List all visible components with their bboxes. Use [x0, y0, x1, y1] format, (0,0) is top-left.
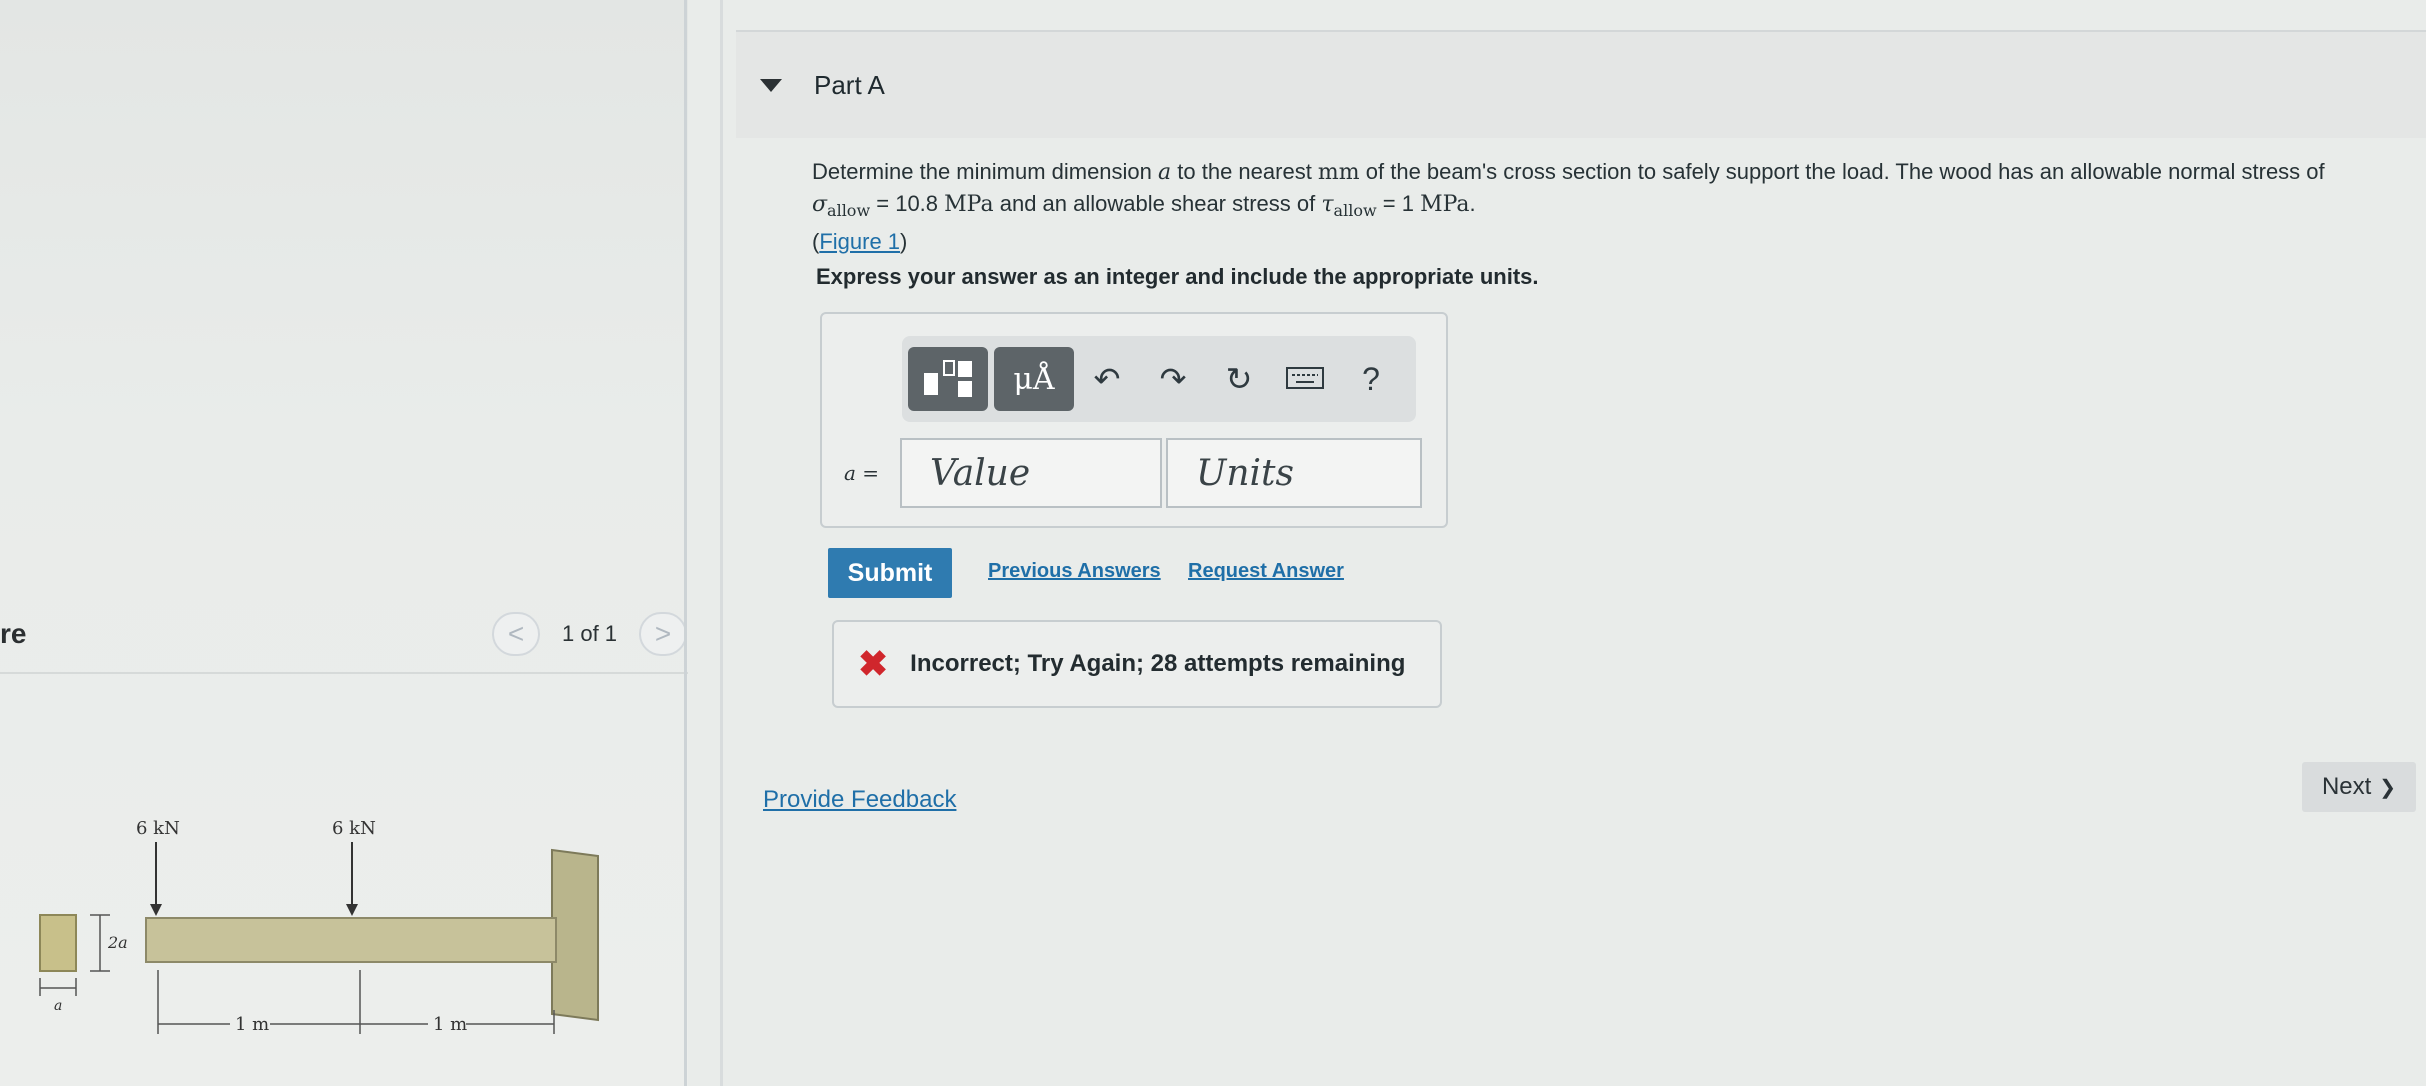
figure-page-indicator: 1 of 1: [562, 621, 618, 646]
span-left-label: 1 m: [235, 1014, 269, 1035]
error-x-icon: ✖: [858, 643, 889, 684]
collapse-caret-icon[interactable]: [760, 78, 782, 92]
fixed-wall: [551, 848, 599, 1022]
cross-section: [39, 914, 77, 972]
request-answer-link[interactable]: Request Answer: [1188, 560, 1344, 583]
next-button[interactable]: Next ❯: [2302, 762, 2416, 812]
panel-divider: [684, 0, 687, 1086]
chevron-right-icon: ❯: [2379, 776, 2397, 799]
load-right-label: 6 kN: [332, 818, 376, 839]
figure-divider: [0, 672, 688, 674]
templates-icon: [924, 360, 972, 397]
previous-answers-link[interactable]: Previous Answers: [988, 560, 1161, 583]
figure-panel-label: re: [0, 618, 27, 649]
answer-variable-label: a =: [844, 461, 880, 485]
undo-icon[interactable]: ↶: [1074, 360, 1140, 398]
part-title: Part A: [814, 69, 885, 100]
reset-icon[interactable]: ↻: [1206, 360, 1272, 398]
width-dim-label: a: [54, 998, 62, 1014]
answer-row: a = Value Units: [844, 438, 1422, 508]
feedback-box: ✖ Incorrect; Try Again; 28 attempts rema…: [832, 620, 1442, 708]
span-right-label: 1 m: [433, 1014, 467, 1035]
feedback-message: Incorrect; Try Again; 28 attempts remain…: [910, 650, 1406, 677]
next-figure-button[interactable]: >: [639, 612, 688, 656]
figure-link[interactable]: Figure 1: [819, 229, 900, 254]
problem-statement: Determine the minimum dimension a to the…: [812, 159, 2325, 254]
figure-pager: < 1 of 1 >: [492, 612, 688, 656]
load-arrow-right: [346, 904, 358, 916]
content-divider: [720, 0, 723, 1086]
provide-feedback-link[interactable]: Provide Feedback: [763, 786, 956, 814]
beam: [145, 917, 557, 963]
figure-panel: re < 1 of 1 > 2a a 6 kN 6 kN 1 m 1 m: [0, 0, 688, 1086]
part-a-header[interactable]: Part A: [736, 32, 2426, 138]
prev-figure-button[interactable]: <: [492, 612, 540, 656]
keyboard-icon[interactable]: [1272, 361, 1338, 398]
load-left-label: 6 kN: [136, 818, 180, 839]
submit-button[interactable]: Submit: [828, 548, 952, 598]
units-button[interactable]: μÅ: [994, 347, 1074, 411]
templates-button[interactable]: [908, 347, 988, 411]
answer-instruction: Express your answer as an integer and in…: [816, 264, 1539, 289]
redo-icon[interactable]: ↷: [1140, 360, 1206, 398]
units-input[interactable]: Units: [1166, 438, 1422, 508]
help-icon[interactable]: ?: [1338, 361, 1404, 398]
math-toolbar: μÅ ↶ ↷ ↻ ?: [902, 336, 1416, 422]
height-dim-label: 2a: [107, 933, 128, 952]
answer-box: μÅ ↶ ↷ ↻ ? a = Value Units: [820, 312, 1448, 528]
units-label: μÅ: [1013, 361, 1055, 397]
next-label: Next: [2321, 773, 2372, 800]
load-arrow-left: [150, 904, 162, 916]
value-input[interactable]: Value: [900, 438, 1162, 508]
beam-figure: 2a a 6 kN 6 kN 1 m 1 m: [39, 818, 599, 1035]
